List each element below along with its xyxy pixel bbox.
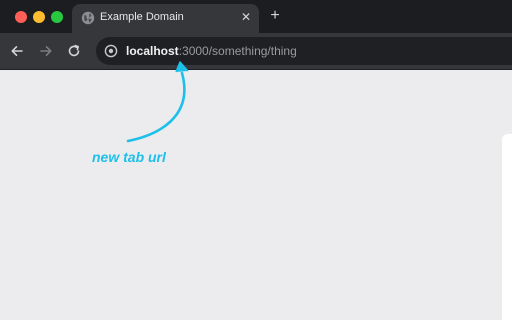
new-tab-button[interactable]: + [266, 7, 284, 25]
toolbar: localhost:3000/something/thing [0, 33, 512, 70]
annotation-label: new tab url [92, 149, 166, 165]
browser-window: Example Domain ✕ + localhost:3000/someth… [0, 0, 512, 320]
tab-close-icon[interactable]: ✕ [239, 10, 253, 24]
reload-icon[interactable] [64, 41, 84, 61]
arrow-right-icon[interactable] [36, 41, 56, 61]
page-content [0, 70, 512, 320]
annotation-arrow-icon [126, 61, 189, 143]
tab-example-domain[interactable]: Example Domain ✕ [72, 4, 259, 33]
tab-title: Example Domain [100, 11, 184, 23]
globe-icon [81, 11, 95, 25]
arrow-left-icon[interactable] [7, 41, 27, 61]
window-close-button[interactable] [15, 11, 27, 23]
tab-strip: Example Domain ✕ + [0, 0, 512, 33]
window-maximize-button[interactable] [51, 11, 63, 23]
window-minimize-button[interactable] [33, 11, 45, 23]
side-panel-edge [502, 134, 512, 320]
